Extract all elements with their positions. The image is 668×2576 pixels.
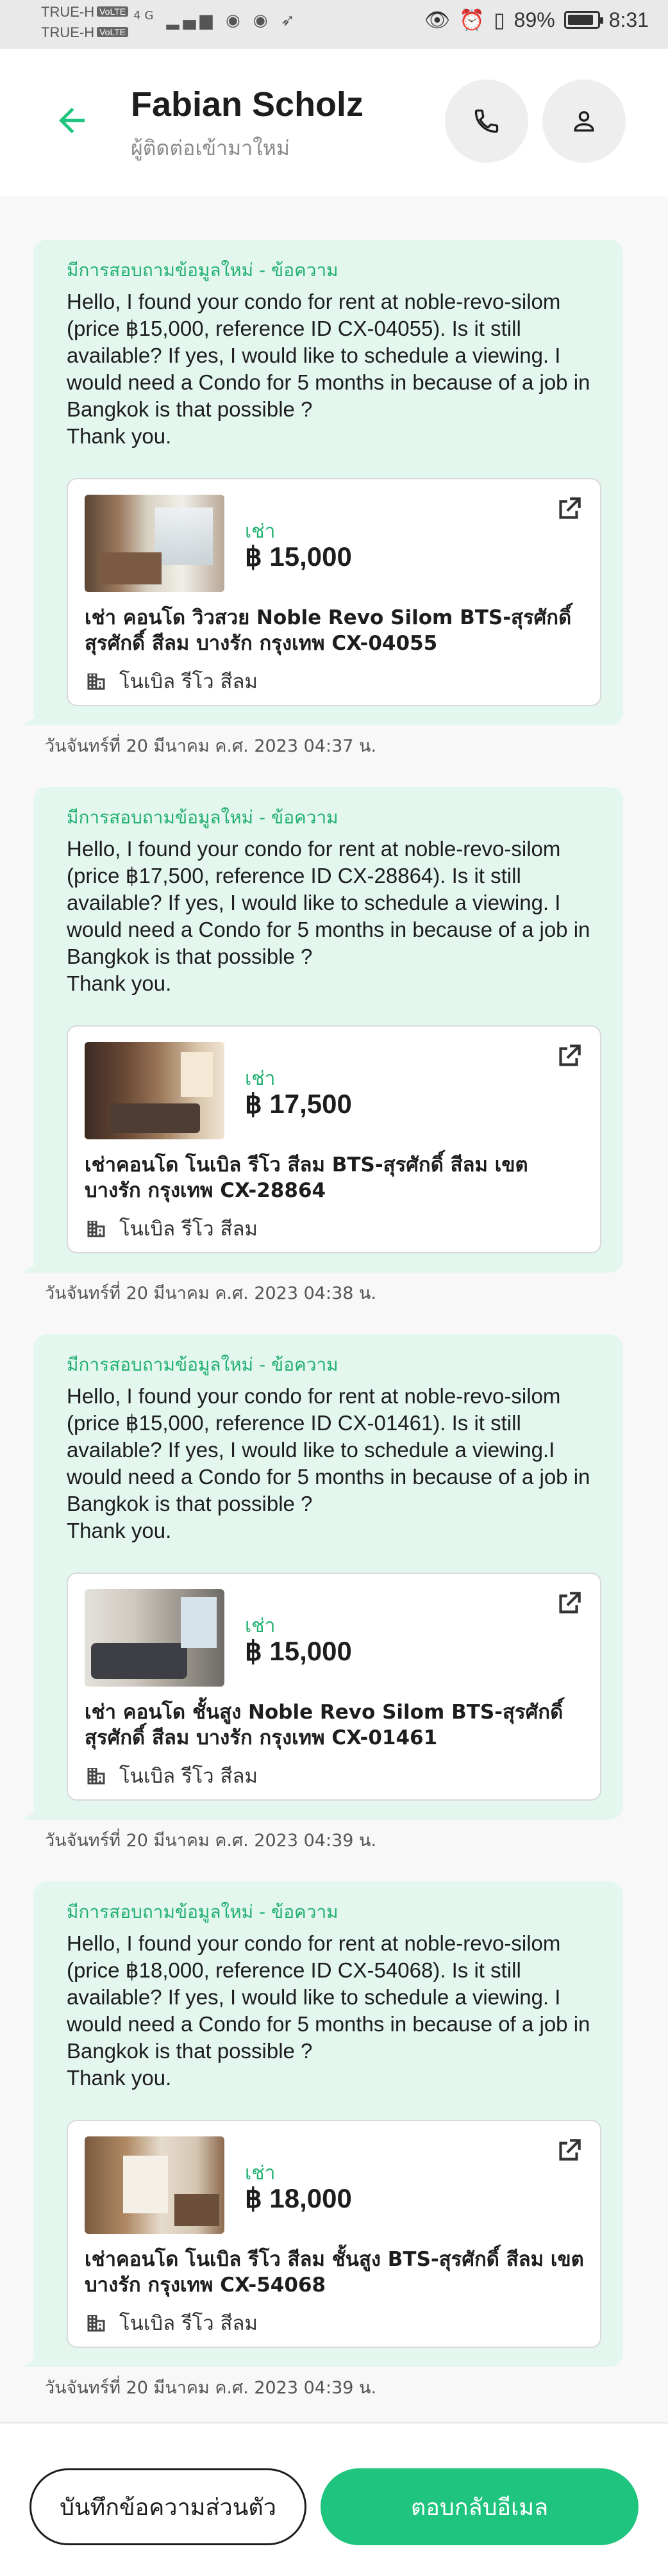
phone-icon xyxy=(474,109,499,133)
twitter-icon: ➶ xyxy=(280,11,299,30)
network-label: 4G xyxy=(133,9,158,22)
message-title: มีการสอบถามข้อมูลใหม่ - ข้อความ xyxy=(67,807,338,828)
listing-title: เช่าคอนโด โนเบิล รีโว สีลม ชั้นสูง BTS-ส… xyxy=(85,2248,584,2297)
message-bubble: มีการสอบถามข้อมูลใหม่ - ข้อความ Hello, I… xyxy=(22,1881,623,2367)
message-timestamp: วันจันทร์ที่ 20 มีนาคม ค.ศ. 2023 04:37 น… xyxy=(45,736,377,756)
listing-price: ฿ 15,000 xyxy=(245,541,352,572)
message-timestamp: วันจันทร์ที่ 20 มีนาคม ค.ศ. 2023 04:38 น… xyxy=(45,1284,377,1303)
carrier-label-2: TRUE-H VoLTE xyxy=(41,24,129,41)
private-note-button[interactable]: บันทึกข้อความส่วนตัว xyxy=(29,2468,306,2545)
listing-price: ฿ 17,500 xyxy=(245,1089,352,1119)
project-name: โนเบิล รีโว สีลม xyxy=(119,1765,258,1788)
message-title: มีการสอบถามข้อมูลใหม่ - ข้อความ xyxy=(67,1901,338,1922)
signal-icon: ▂▄▆ xyxy=(166,11,217,30)
battery-icon xyxy=(564,11,603,29)
message-timestamp: วันจันทร์ที่ 20 มีนาคม ค.ศ. 2023 04:39 น… xyxy=(45,1831,377,1851)
listing-card[interactable]: เช่า ฿ 18,000 เช่าคอนโด โนเบิล รีโว สีลม… xyxy=(67,2120,601,2348)
message-title: มีการสอบถามข้อมูลใหม่ - ข้อความ xyxy=(67,1354,338,1375)
open-external-icon[interactable] xyxy=(553,1041,585,1073)
listing-photo xyxy=(85,1042,224,1139)
chat-icon: ◉ xyxy=(225,11,244,30)
listing-card[interactable]: เช่า ฿ 15,000 เช่า คอนโด วิวสวย Noble Re… xyxy=(67,478,601,706)
listing-card[interactable]: เช่า ฿ 17,500 เช่าคอนโด โนเบิล รีโว สีลม… xyxy=(67,1025,601,1253)
project-name: โนเบิล รีโว สีลม xyxy=(119,2312,258,2335)
listing-title: เช่าคอนโด โนเบิล รีโว สีลม BTS-สุรศักดิ์… xyxy=(85,1153,528,1202)
building-icon xyxy=(87,673,105,690)
carrier-label-1: TRUE-H VoLTE xyxy=(41,4,129,21)
clock: 8:31 xyxy=(608,8,649,31)
project-name: โนเบิล รีโว สีลม xyxy=(119,1218,258,1241)
listing-project: โนเบิล รีโว สีลม xyxy=(85,665,258,697)
listing-photo xyxy=(85,2136,224,2234)
eye-icon: 👁 xyxy=(424,8,451,31)
open-external-icon[interactable] xyxy=(553,2135,585,2167)
listing-price: ฿ 18,000 xyxy=(245,2183,352,2213)
message-body: Hello, I found your condo for rent at no… xyxy=(67,290,590,448)
building-icon xyxy=(87,1221,105,1237)
building-icon xyxy=(87,2315,105,2332)
message-bubble: มีการสอบถามข้อมูลใหม่ - ข้อความ Hello, I… xyxy=(22,787,623,1273)
message-bubble: มีการสอบถามข้อมูลใหม่ - ข้อความ Hello, I… xyxy=(22,1334,623,1820)
conversation-header: Fabian Scholz ผู้ติดต่อเข้ามาใหม่ xyxy=(0,49,668,196)
notification-icons: 4G ▂▄▆ ◉ ◉ ➶ xyxy=(133,9,299,30)
open-external-icon[interactable] xyxy=(553,1588,585,1620)
message-body: Hello, I found your condo for rent at no… xyxy=(67,837,590,995)
status-right: 👁 ⏰ ▯ 89% 8:31 xyxy=(424,8,649,32)
listing-photo xyxy=(85,1589,224,1687)
listing-title: เช่า คอนโด ชั้นสูง Noble Revo Silom BTS-… xyxy=(85,1701,564,1749)
listing-price: ฿ 15,000 xyxy=(245,1636,352,1666)
listing-project: โนเบิล รีโว สีลม xyxy=(85,2307,258,2339)
call-button[interactable] xyxy=(445,79,528,163)
message-timestamp: วันจันทร์ที่ 20 มีนาคม ค.ศ. 2023 04:39 น… xyxy=(45,2378,377,2398)
battery-percent: 89% xyxy=(514,8,555,31)
message-bubble: มีการสอบถามข้อมูลใหม่ - ข้อความ Hello, I… xyxy=(22,240,623,725)
profile-button[interactable] xyxy=(542,79,626,163)
vibrate-icon: ▯ xyxy=(494,8,505,31)
contact-name: Fabian Scholz xyxy=(131,85,364,124)
open-external-icon[interactable] xyxy=(553,493,585,525)
message-list[interactable]: มีการสอบถามข้อมูลใหม่ - ข้อความ Hello, I… xyxy=(0,196,668,2422)
contact-status: ผู้ติดต่อเข้ามาใหม่ xyxy=(131,136,290,160)
listing-photo xyxy=(85,495,224,592)
alarm-icon: ⏰ xyxy=(459,8,485,31)
arrow-left-icon[interactable] xyxy=(53,101,91,140)
listing-title: เช่า คอนโด วิวสวย Noble Revo Silom BTS-ส… xyxy=(85,606,572,655)
line-icon: ◉ xyxy=(253,11,272,30)
listing-project: โนเบิล รีโว สีลม xyxy=(85,1760,258,1792)
status-bar: TRUE-H VoLTE TRUE-H VoLTE 4G ▂▄▆ ◉ ◉ ➶ 👁 ⏰… xyxy=(0,0,668,49)
building-icon xyxy=(87,1768,105,1785)
listing-card[interactable]: เช่า ฿ 15,000 เช่า คอนโด ชั้นสูง Noble R… xyxy=(67,1573,601,1801)
project-name: โนเบิล รีโว สีลม xyxy=(119,670,258,693)
message-body: Hello, I found your condo for rent at no… xyxy=(67,1384,590,1542)
reply-email-button[interactable]: ตอบกลับอีเมล xyxy=(321,2468,639,2545)
message-title: มีการสอบถามข้อมูลใหม่ - ข้อความ xyxy=(67,260,338,281)
action-footer: บันทึกข้อความส่วนตัว ตอบกลับอีเมล xyxy=(0,2422,668,2576)
message-body: Hello, I found your condo for rent at no… xyxy=(67,1931,590,2090)
person-icon xyxy=(574,111,594,132)
listing-project: โนเบิล รีโว สีลม xyxy=(85,1212,258,1244)
